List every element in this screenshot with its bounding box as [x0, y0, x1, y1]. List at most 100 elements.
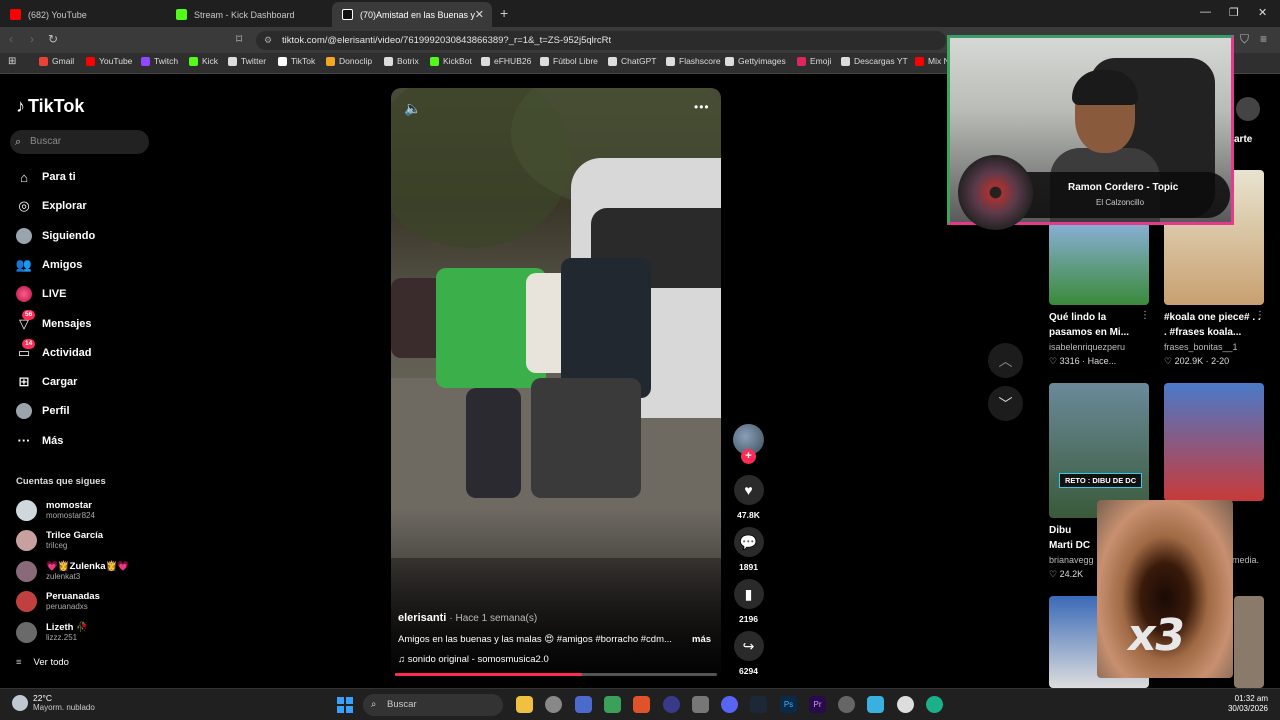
share-button[interactable]: ↪ 6294	[731, 631, 766, 676]
next-video-button[interactable]: ﹀	[988, 386, 1023, 421]
minimize-button[interactable]: —	[1200, 6, 1211, 18]
search-input[interactable]: ⌕ Buscar	[10, 130, 149, 154]
premiere-icon[interactable]: Pr	[809, 696, 826, 713]
description-more-link[interactable]: más	[692, 634, 711, 645]
bookmark-item[interactable]: Donoclip	[326, 56, 372, 66]
bookmark-item[interactable]: YouTube	[86, 56, 132, 66]
bookmark-item[interactable]: Twitch	[141, 56, 178, 66]
bookmark-item[interactable]: Kick	[189, 56, 218, 66]
comment-button[interactable]: 💬 1891	[731, 527, 766, 572]
photoshop-icon[interactable]: Ps	[780, 696, 797, 713]
tab-youtube[interactable]: (682) YouTube	[0, 2, 165, 27]
site-info-icon[interactable]: ⚙	[264, 31, 272, 50]
more-options-icon[interactable]: •••	[694, 100, 710, 114]
feed-card-author[interactable]: brianavegg	[1049, 555, 1094, 565]
windows-start-button[interactable]	[337, 697, 353, 713]
comment-count: 1891	[739, 562, 758, 572]
app-icon[interactable]	[575, 696, 592, 713]
feed-card-thumbnail[interactable]	[1164, 383, 1264, 501]
app-icon[interactable]	[663, 696, 680, 713]
following-account[interactable]: momostar momostar824	[16, 497, 95, 523]
feed-card-title[interactable]: Dibu Marti DC #efoot	[1049, 523, 1097, 553]
system-clock[interactable]: 01:32 am 30/03/2026	[1222, 694, 1268, 714]
bookmark-item[interactable]: Descargas YT	[841, 56, 908, 66]
restore-button[interactable]: ❐	[1229, 6, 1239, 19]
bookmark-item[interactable]: Fútbol Libre	[540, 56, 598, 66]
tab-tiktok-video[interactable]: (70)Amistad en las Buenas y las M ✕	[332, 2, 492, 27]
like-button[interactable]: ♥ 47.8K	[731, 475, 766, 520]
follow-plus-button[interactable]: +	[741, 449, 756, 464]
bookmark-item[interactable]: Twitter	[228, 56, 266, 66]
sidebar-item-cargar[interactable]: ⊞ Cargar	[16, 372, 78, 392]
obs-icon[interactable]	[545, 696, 562, 713]
sidebar-item-para-ti[interactable]: ⌂ Para ti	[16, 167, 76, 187]
edge-icon[interactable]	[926, 696, 943, 713]
taskbar-search[interactable]: ⌕ Buscar	[363, 694, 503, 716]
steam-icon[interactable]	[750, 696, 767, 713]
sidebar-item-perfil[interactable]: Perfil	[16, 401, 70, 421]
media-player-icon[interactable]	[897, 696, 914, 713]
forward-icon[interactable]: ›	[30, 32, 34, 46]
sidebar-item-live[interactable]: LIVE	[16, 284, 66, 304]
bookmark-item[interactable]: Gmail	[39, 56, 74, 66]
following-account[interactable]: Lizeth 🥀 lizzz.251	[16, 619, 88, 645]
app-icon[interactable]	[604, 696, 621, 713]
sidebar-item-explorar[interactable]: ◎ Explorar	[16, 196, 86, 216]
apps-grid-icon[interactable]: ⊞	[8, 56, 16, 67]
feed-card-author[interactable]: frases_bonitas__1	[1164, 342, 1238, 352]
sidebar-item-actividad[interactable]: ▭ 14 Actividad	[16, 338, 92, 363]
bookmark-item[interactable]: Emoji	[797, 56, 831, 66]
feed-card-thumbnail[interactable]: RETO : DIBU DE DC	[1049, 383, 1149, 518]
see-all-link[interactable]: ≡ Ver todo	[16, 657, 69, 668]
weather-widget[interactable]: 22°C Mayorm. nublado	[12, 693, 95, 713]
volume-icon[interactable]: 🔈	[404, 100, 421, 117]
bookmark-item[interactable]: Flashscore	[666, 56, 721, 66]
following-account[interactable]: Trilce García trilceg	[16, 528, 103, 554]
bookmark-item[interactable]: ChatGPT	[608, 56, 656, 66]
feed-card-title[interactable]: Qué lindo la pasamos en Mi...	[1049, 310, 1149, 340]
bookmark-item[interactable]: KickBot	[430, 56, 472, 66]
feed-card-title[interactable]: #koala one piece# . . . #frases koala...	[1164, 310, 1264, 340]
settings-icon[interactable]	[838, 696, 855, 713]
bookmark-item[interactable]: TikTok	[278, 56, 315, 66]
file-explorer-icon[interactable]	[516, 696, 533, 713]
calculator-icon[interactable]	[692, 696, 709, 713]
bookmark-item[interactable]: eFHUB26	[481, 56, 531, 66]
feed-card-thumbnail[interactable]	[1234, 596, 1264, 688]
notepad-icon[interactable]	[867, 696, 884, 713]
close-tab-icon[interactable]: ✕	[475, 8, 484, 21]
sidebar-item-amigos[interactable]: 👥 Amigos	[16, 255, 82, 275]
user-avatar[interactable]	[1236, 97, 1260, 121]
back-icon[interactable]: ‹	[9, 32, 13, 46]
video-player[interactable]	[391, 88, 721, 678]
tab-kick-dashboard[interactable]: Stream - Kick Dashboard	[166, 2, 331, 27]
previous-video-button[interactable]: ︿	[988, 343, 1023, 378]
kebab-icon[interactable]: ⋮	[1140, 310, 1150, 321]
sidebar-item-mensajes[interactable]: ▽ 56 Mensajes	[16, 309, 92, 334]
following-account[interactable]: Peruanadas peruanadxs	[16, 589, 100, 615]
bookmark-item[interactable]: Mix N	[915, 56, 950, 66]
video-sound[interactable]: ♫ sonido original - somosmusica2.0	[398, 654, 549, 665]
kebab-icon[interactable]: ⋮	[1255, 310, 1265, 321]
feed-card-thumbnail[interactable]	[1049, 222, 1149, 305]
brave-icon[interactable]	[633, 696, 650, 713]
video-author[interactable]: elerisanti · Hace 1 semana(s)	[398, 612, 537, 624]
tiktok-logo[interactable]: ♪ TikTok	[16, 96, 84, 117]
sidebar-item-siguiendo[interactable]: Siguiendo	[16, 226, 95, 246]
menu-icon[interactable]: ≡	[1260, 32, 1267, 46]
url-field[interactable]: ⚙ tiktok.com/@elerisanti/video/761999203…	[256, 31, 946, 50]
following-account[interactable]: 💗👸Zulenka👸💗 zulenkat3	[16, 558, 129, 584]
close-window-button[interactable]: ✕	[1258, 6, 1267, 19]
discord-icon[interactable]	[721, 696, 738, 713]
feed-card-author[interactable]: isabelenriquezperu	[1049, 342, 1125, 352]
new-tab-button[interactable]: +	[500, 5, 508, 21]
bookmark-item[interactable]: Botrix	[384, 56, 419, 66]
bookmark-icon[interactable]: ⌑	[236, 32, 242, 46]
bookmark-item[interactable]: Gettyimages	[725, 56, 786, 66]
save-button[interactable]: ▮ 2196	[731, 579, 766, 624]
reload-icon[interactable]: ↻	[48, 32, 58, 46]
shield-icon[interactable]: ⛉	[1240, 32, 1249, 47]
video-progress-bar[interactable]	[395, 673, 717, 676]
feed-card-author[interactable]: media.	[1232, 555, 1259, 565]
sidebar-item-más[interactable]: ··· Más	[16, 431, 64, 451]
